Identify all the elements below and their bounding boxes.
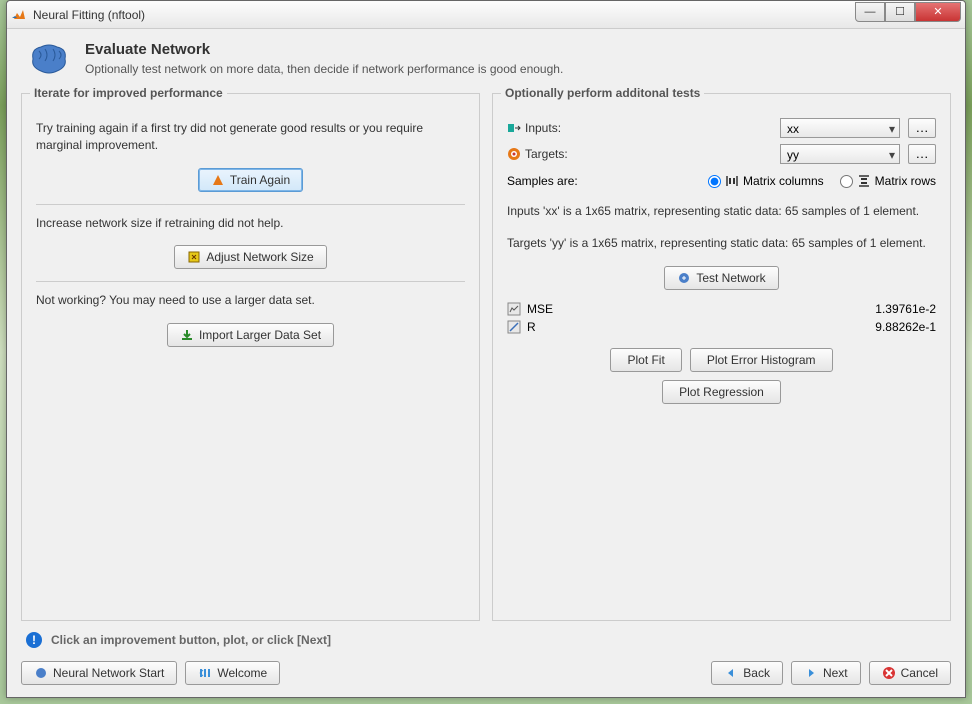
neural-network-start-button[interactable]: Neural Network Start xyxy=(21,661,177,685)
train-again-text: Try training again if a first try did no… xyxy=(36,120,465,154)
welcome-button[interactable]: Welcome xyxy=(185,661,280,685)
close-button[interactable]: ✕ xyxy=(915,2,961,22)
targets-dropdown[interactable]: yy xyxy=(780,144,900,164)
train-again-button[interactable]: Train Again xyxy=(198,168,303,192)
plot-error-histogram-button[interactable]: Plot Error Histogram xyxy=(690,348,833,372)
hint-text: Click an improvement button, plot, or cl… xyxy=(51,633,331,647)
tests-panel: Optionally perform additonal tests Input… xyxy=(492,93,951,621)
window-controls: — ☐ ✕ xyxy=(855,2,961,22)
mse-value: 1.39761e-2 xyxy=(875,302,936,316)
matrix-columns-radio[interactable]: Matrix columns xyxy=(708,174,824,188)
minimize-button[interactable]: — xyxy=(855,2,885,22)
page-title: Evaluate Network xyxy=(85,41,563,58)
nn-start-icon xyxy=(34,666,48,680)
train-icon xyxy=(211,173,225,187)
welcome-icon xyxy=(198,666,212,680)
hint-row: ! Click an improvement button, plot, or … xyxy=(25,631,951,649)
test-network-button[interactable]: Test Network xyxy=(664,266,778,290)
titlebar: Neural Fitting (nftool) — ☐ ✕ xyxy=(7,1,965,29)
r-label: R xyxy=(527,320,536,334)
columns-icon xyxy=(725,174,739,188)
nftool-window: Neural Fitting (nftool) — ☐ ✕ Evaluate N… xyxy=(6,0,966,698)
targets-icon xyxy=(507,147,521,161)
tests-panel-title: Optionally perform additonal tests xyxy=(501,86,704,100)
inputs-dropdown[interactable]: xx xyxy=(780,118,900,138)
samples-label: Samples are: xyxy=(507,174,578,188)
next-button[interactable]: Next xyxy=(791,661,861,685)
back-arrow-icon xyxy=(724,666,738,680)
matrix-columns-input[interactable] xyxy=(708,175,721,188)
r-value: 9.88262e-1 xyxy=(875,320,936,334)
r-icon xyxy=(507,320,521,334)
content-area: Evaluate Network Optionally test network… xyxy=(7,29,965,697)
inputs-browse-button[interactable]: … xyxy=(908,118,936,138)
matrix-rows-input[interactable] xyxy=(840,175,853,188)
window-title: Neural Fitting (nftool) xyxy=(33,8,145,22)
iterate-panel: Iterate for improved performance Try tra… xyxy=(21,93,480,621)
adjust-network-size-button[interactable]: Adjust Network Size xyxy=(174,245,326,269)
info-icon: ! xyxy=(25,631,43,649)
maximize-button[interactable]: ☐ xyxy=(885,2,915,22)
adjust-size-text: Increase network size if retraining did … xyxy=(36,215,465,232)
targets-browse-button[interactable]: … xyxy=(908,144,936,164)
page-subtitle: Optionally test network on more data, th… xyxy=(85,62,563,76)
plot-fit-button[interactable]: Plot Fit xyxy=(610,348,681,372)
test-icon xyxy=(677,271,691,285)
rows-icon xyxy=(857,174,871,188)
plot-regression-button[interactable]: Plot Regression xyxy=(662,380,781,404)
import-icon xyxy=(180,328,194,342)
matrix-rows-radio[interactable]: Matrix rows xyxy=(840,174,936,188)
divider xyxy=(36,204,465,205)
cancel-button[interactable]: Cancel xyxy=(869,661,951,685)
matlab-icon xyxy=(11,7,27,23)
page-header: Evaluate Network Optionally test network… xyxy=(21,37,951,85)
resize-icon xyxy=(187,250,201,264)
svg-text:!: ! xyxy=(32,633,36,647)
mse-icon xyxy=(507,302,521,316)
targets-description: Targets 'yy' is a 1x65 matrix, represent… xyxy=(507,234,936,252)
brain-icon xyxy=(25,41,73,77)
footer: Neural Network Start Welcome Back Next C… xyxy=(21,657,951,687)
divider xyxy=(36,281,465,282)
cancel-icon xyxy=(882,666,896,680)
next-arrow-icon xyxy=(804,666,818,680)
mse-label: MSE xyxy=(527,302,553,316)
inputs-label: Inputs: xyxy=(507,121,587,135)
iterate-panel-title: Iterate for improved performance xyxy=(30,86,227,100)
import-larger-data-button[interactable]: Import Larger Data Set xyxy=(167,323,334,347)
inputs-description: Inputs 'xx' is a 1x65 matrix, representi… xyxy=(507,202,936,220)
back-button[interactable]: Back xyxy=(711,661,783,685)
targets-label: Targets: xyxy=(507,147,587,161)
import-data-text: Not working? You may need to use a large… xyxy=(36,292,465,309)
inputs-icon xyxy=(507,121,521,135)
